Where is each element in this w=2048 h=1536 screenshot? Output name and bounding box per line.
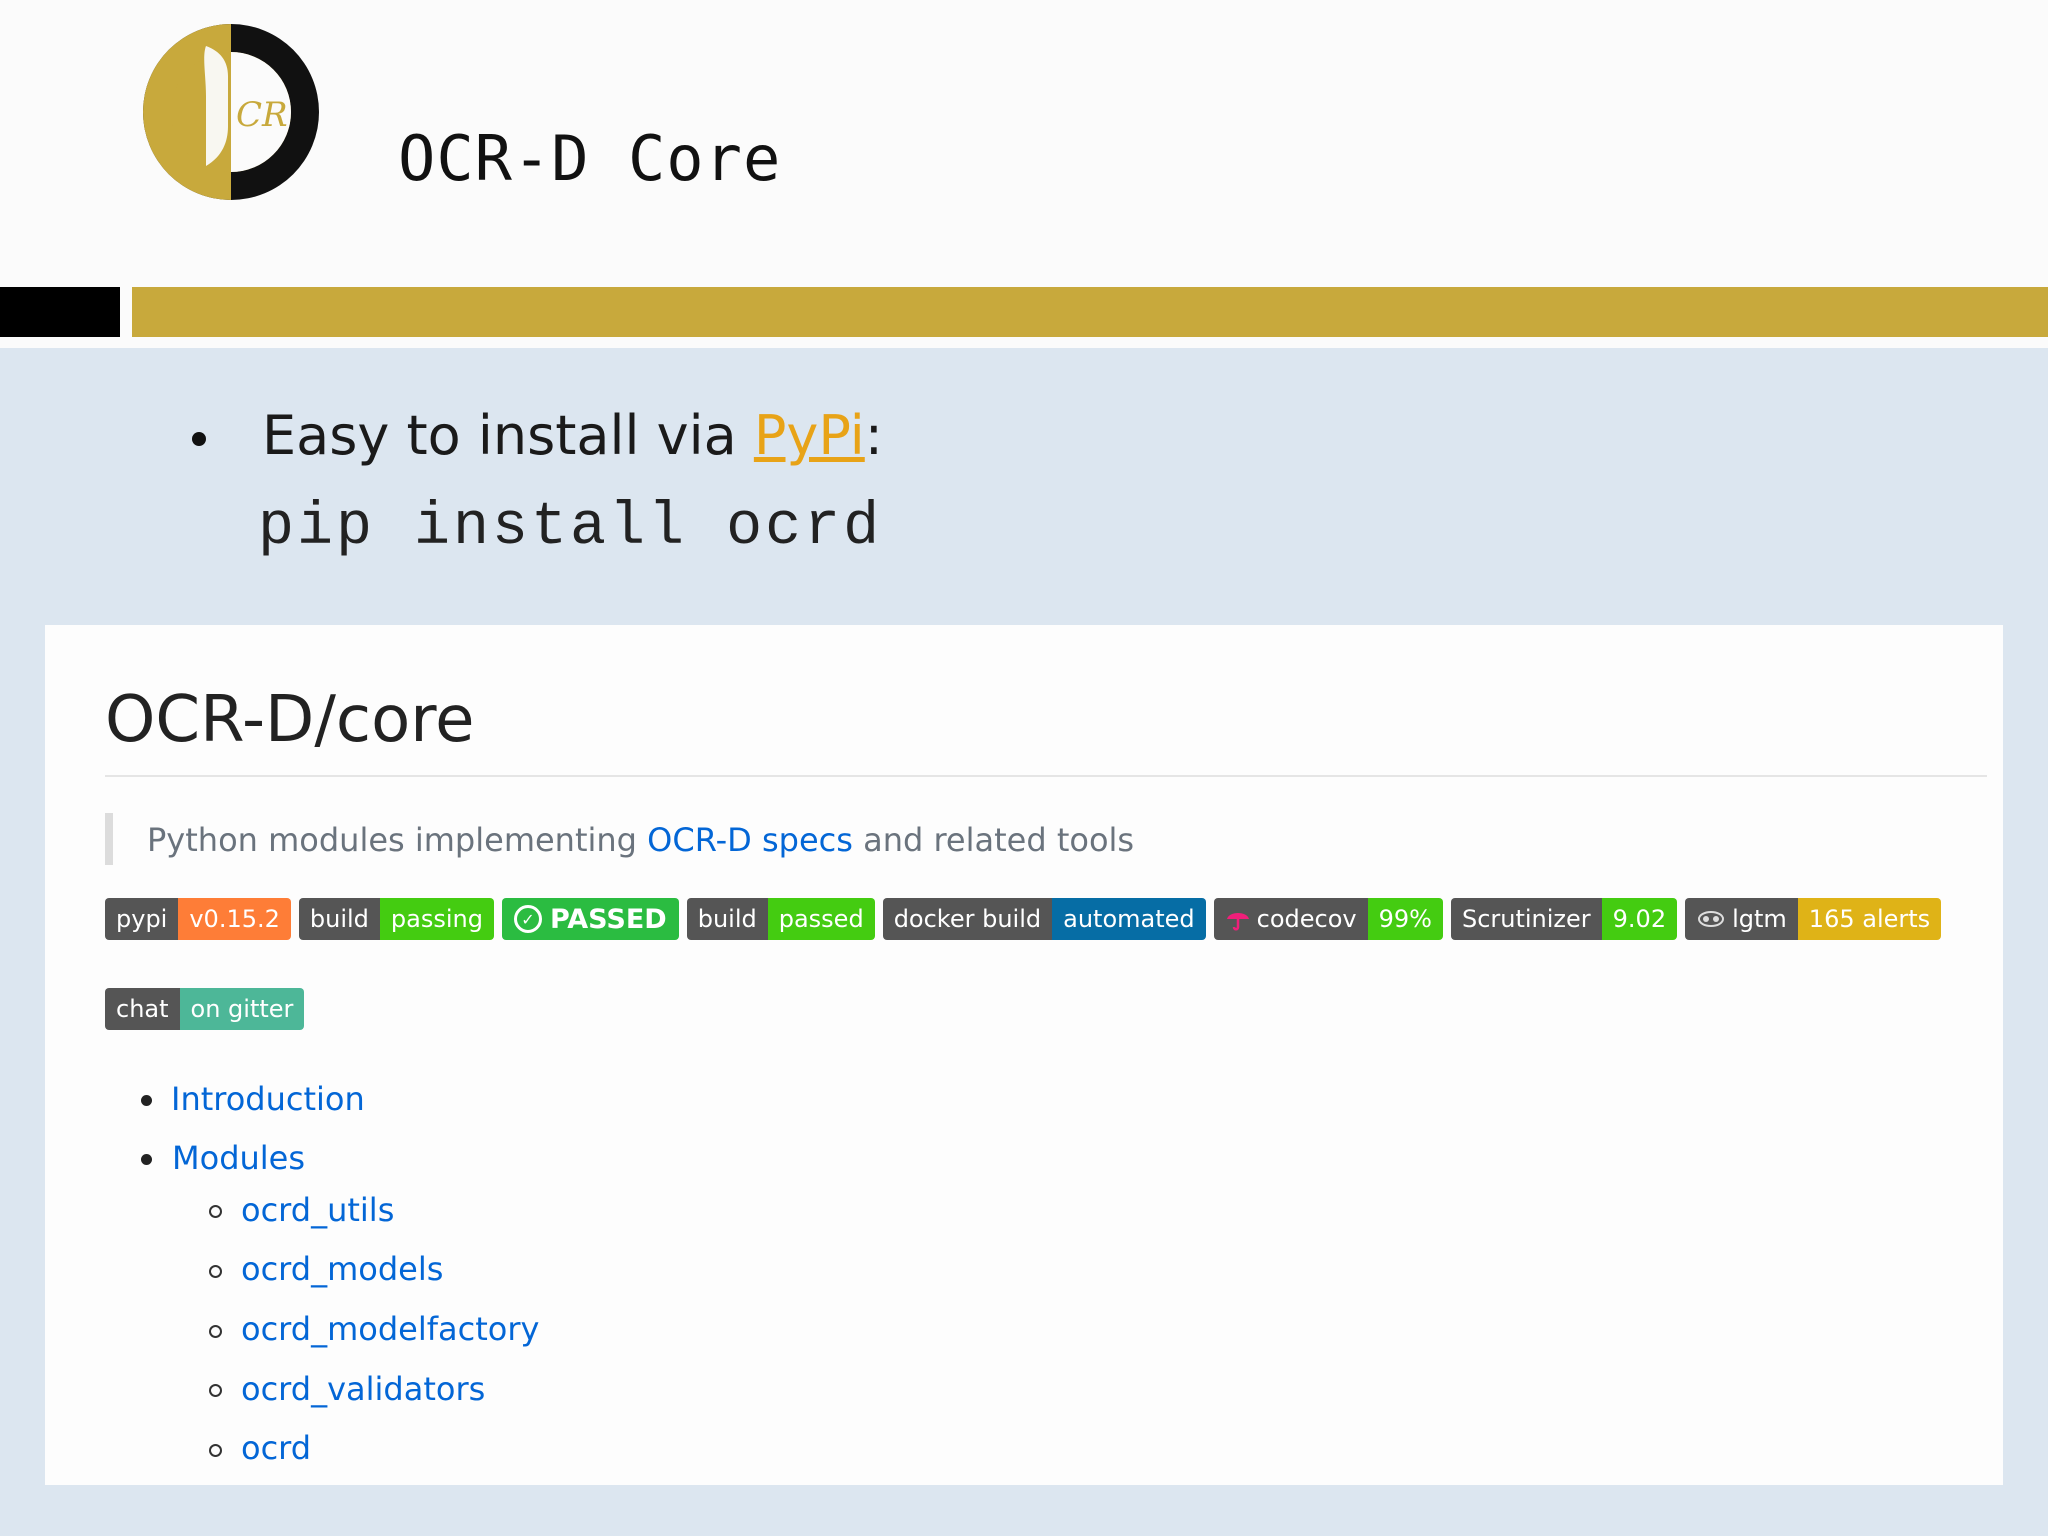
table-of-contents: Introduction Modules ocrd_utils ocrd_mod… [45,625,2003,1485]
toc-link-introduction[interactable]: Introduction [171,1080,365,1118]
install-command: pip install ocrd [258,494,883,562]
toc-sub-bullet [209,1265,222,1278]
ocrd-logo: CR [143,24,319,200]
toc-link-ocrd-modelfactory[interactable]: ocrd_modelfactory [241,1310,539,1348]
svg-text:CR: CR [236,95,288,135]
header-bar-black [0,287,120,337]
toc-bullet [141,1095,152,1106]
slide-title: OCR-D Core [398,122,782,195]
toc-sub-bullet [209,1444,222,1457]
toc-link-ocrd[interactable]: ocrd [241,1429,311,1467]
toc-link-modules[interactable]: Modules [172,1139,305,1177]
toc-bullet [141,1154,152,1165]
github-readme-screenshot: OCR-D/core Python modules implementing O… [45,625,2003,1485]
pypi-link[interactable]: PyPi [754,404,865,467]
header-bar-gold [132,287,2048,337]
bullet-text-before: Easy to install via [262,404,754,467]
install-bullet: Easy to install via PyPi: [262,404,883,467]
bullet-point [192,432,206,446]
toc-link-ocrd-utils[interactable]: ocrd_utils [241,1191,394,1229]
toc-link-ocrd-models[interactable]: ocrd_models [241,1250,443,1288]
toc-link-ocrd-validators[interactable]: ocrd_validators [241,1370,485,1408]
toc-sub-bullet [209,1384,222,1397]
toc-sub-bullet [209,1325,222,1338]
toc-sub-bullet [209,1205,222,1218]
bullet-text-after: : [864,404,883,467]
